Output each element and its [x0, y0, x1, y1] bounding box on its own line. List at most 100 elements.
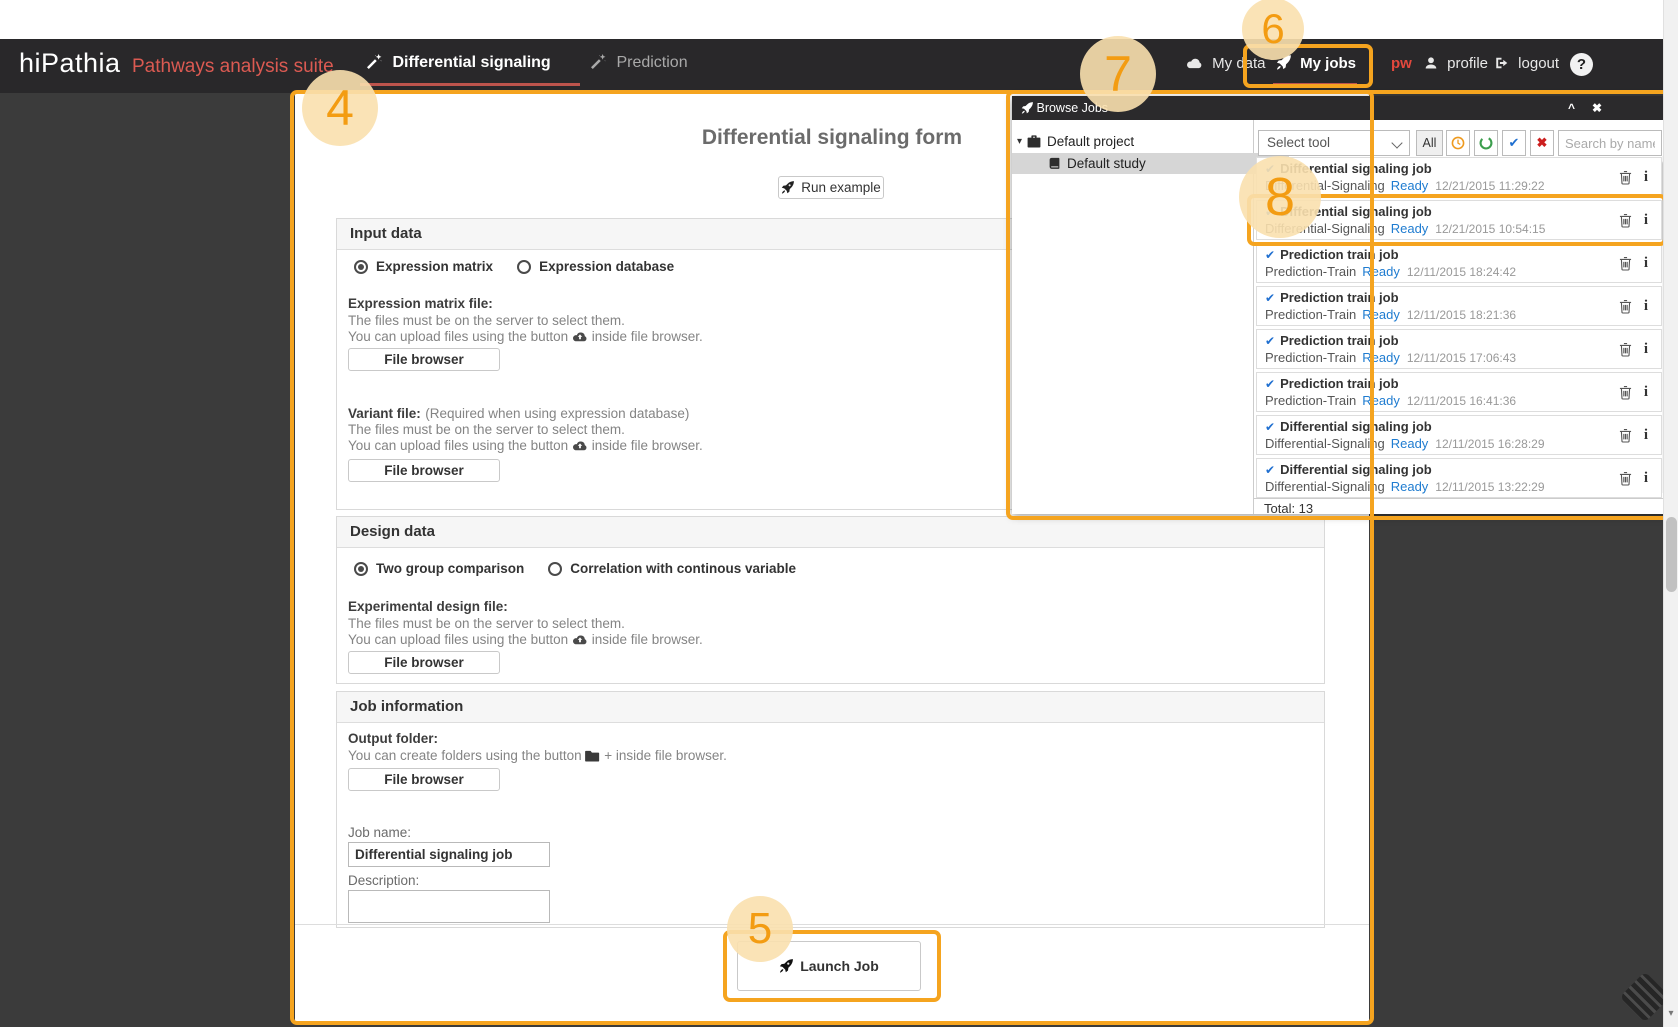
info-icon[interactable]: i — [1644, 169, 1648, 186]
variant-file-label: Variant file: (Required when using expre… — [348, 405, 689, 423]
check-icon: ✔ — [1265, 162, 1275, 176]
info-icon[interactable]: i — [1644, 427, 1648, 444]
wand-icon — [367, 54, 382, 69]
job-title: Prediction train job — [1280, 376, 1398, 391]
tab-prediction[interactable]: Prediction — [591, 54, 688, 72]
app-logo[interactable]: hiPathia — [19, 48, 121, 79]
job-title: Differential signaling job — [1280, 462, 1432, 477]
button-label: Launch Job — [800, 958, 879, 974]
info-icon[interactable]: i — [1644, 255, 1648, 272]
launch-job-button[interactable]: Launch Job — [737, 941, 921, 991]
job-list-item[interactable]: ✔Differential signaling job Differential… — [1256, 458, 1662, 498]
filter-ready-button[interactable]: ✔ — [1502, 130, 1526, 156]
check-icon: ✔ — [1265, 420, 1275, 434]
trash-icon[interactable] — [1619, 213, 1632, 231]
job-tool: Prediction-Train — [1265, 350, 1356, 365]
filter-error-button[interactable]: ✖ — [1530, 130, 1554, 156]
run-example-button[interactable]: Run example — [778, 176, 884, 199]
job-list-item[interactable]: ✔Prediction train job Prediction-TrainRe… — [1256, 372, 1662, 412]
job-list-item[interactable]: ✔Prediction train job Prediction-TrainRe… — [1256, 329, 1662, 369]
description-input[interactable] — [348, 890, 550, 923]
job-status: Ready — [1391, 479, 1429, 494]
tree-label: Default study — [1067, 156, 1146, 171]
nav-my-jobs[interactable]: My jobs — [1276, 55, 1356, 72]
filter-all-button[interactable]: All — [1416, 130, 1443, 156]
info-icon[interactable]: i — [1644, 384, 1648, 401]
help-icon[interactable]: ? — [1570, 53, 1593, 76]
trash-icon[interactable] — [1619, 342, 1632, 360]
button-label: File browser — [384, 463, 464, 478]
job-tool: Prediction-Train — [1265, 264, 1356, 279]
info-icon[interactable]: i — [1644, 341, 1648, 358]
correlation-radio[interactable] — [548, 562, 562, 576]
job-list-item[interactable]: ✔Prediction train job Prediction-TrainRe… — [1256, 286, 1662, 326]
section-header: Design data — [337, 517, 1324, 548]
note-text: inside file browser. — [592, 632, 703, 647]
user-icon — [1424, 56, 1438, 70]
job-date: 12/11/2015 17:06:43 — [1407, 351, 1516, 365]
nav-logout[interactable]: logout — [1494, 55, 1559, 72]
trash-icon[interactable] — [1619, 299, 1632, 317]
nav-label: My jobs — [1300, 55, 1356, 72]
close-icon[interactable]: ✖ — [1592, 96, 1602, 120]
expression-matrix-radio[interactable] — [354, 260, 368, 274]
job-date: 12/21/2015 11:29:22 — [1435, 179, 1544, 193]
nav-my-data[interactable]: My data — [1186, 55, 1266, 72]
tree-item-default-project[interactable]: ▾ Default project — [1012, 131, 1253, 152]
job-date: 12/11/2015 13:22:29 — [1435, 480, 1544, 494]
job-list-item-selected[interactable]: ✔Differential signaling job Differential… — [1256, 200, 1662, 240]
design-type-radios: Two group comparison Correlation with co… — [354, 561, 796, 576]
collapse-icon[interactable]: ^ — [1568, 96, 1575, 120]
panel-title: Browse Jobs — [1036, 101, 1108, 115]
job-status: Ready — [1362, 307, 1400, 322]
filter-running-button[interactable] — [1474, 130, 1498, 156]
nav-label: My data — [1212, 55, 1265, 72]
note-text: inside file browser. — [592, 329, 703, 344]
trash-icon[interactable] — [1619, 428, 1632, 446]
tree-item-default-study[interactable]: Default study — [1012, 153, 1289, 174]
tab-label: Differential signaling — [392, 54, 550, 71]
browse-jobs-header[interactable]: Browse Jobs ^ ✖ — [1012, 96, 1670, 120]
output-folder-browser-button[interactable]: File browser — [348, 768, 500, 791]
check-icon: ✔ — [1265, 205, 1275, 219]
design-file-browser-button[interactable]: File browser — [348, 651, 500, 674]
scrollbar-down-arrow[interactable]: ▾ — [1664, 1008, 1678, 1019]
trash-icon[interactable] — [1619, 256, 1632, 274]
server-note: The files must be on the server to selec… — [348, 616, 625, 631]
scrollbar-thumb[interactable] — [1666, 517, 1677, 592]
job-date: 12/11/2015 18:21:36 — [1407, 308, 1516, 322]
screen: hiPathia Pathways analysis suite Differe… — [0, 0, 1678, 1027]
job-tool: Prediction-Train — [1265, 393, 1356, 408]
job-information-section: Job information Output folder: You can c… — [336, 691, 1325, 928]
matrix-file-browser-button[interactable]: File browser — [348, 348, 500, 371]
info-icon[interactable]: i — [1644, 212, 1648, 229]
trash-icon[interactable] — [1619, 471, 1632, 489]
tab-differential-signaling[interactable]: Differential signaling — [367, 54, 551, 72]
radio-label: Correlation with continous variable — [570, 561, 796, 576]
nav-label: profile — [1447, 55, 1488, 72]
expression-database-radio[interactable] — [517, 260, 531, 274]
job-tool: Prediction-Train — [1265, 307, 1356, 322]
search-input[interactable] — [1558, 130, 1662, 156]
variant-file-browser-button[interactable]: File browser — [348, 459, 500, 482]
job-list-item[interactable]: ✔Differential signaling job Differential… — [1256, 415, 1662, 455]
label-text: Variant file: — [348, 406, 421, 421]
info-icon[interactable]: i — [1644, 470, 1648, 487]
filter-queued-button[interactable] — [1446, 130, 1470, 156]
job-date: 12/11/2015 18:24:42 — [1407, 265, 1516, 279]
info-icon[interactable]: i — [1644, 298, 1648, 315]
job-title: Differential signaling job — [1280, 419, 1432, 434]
trash-icon[interactable] — [1619, 385, 1632, 403]
jobs-total: Total: 13 — [1254, 498, 1670, 514]
username[interactable]: pw — [1391, 55, 1412, 72]
select-tool-dropdown[interactable]: Select tool — [1258, 130, 1410, 156]
job-list-item[interactable]: ✔Prediction train job Prediction-TrainRe… — [1256, 243, 1662, 283]
job-name-input[interactable] — [348, 842, 550, 867]
trash-icon[interactable] — [1619, 170, 1632, 188]
upload-note: You can upload files using the button in… — [348, 632, 703, 647]
nav-profile[interactable]: profile — [1424, 55, 1488, 72]
browser-scrollbar[interactable]: ▾ — [1663, 0, 1678, 1027]
note-text: You can upload files using the button — [348, 632, 568, 647]
two-group-radio[interactable] — [354, 562, 368, 576]
job-list-item[interactable]: ✔Differential signaling job Differential… — [1256, 157, 1662, 197]
